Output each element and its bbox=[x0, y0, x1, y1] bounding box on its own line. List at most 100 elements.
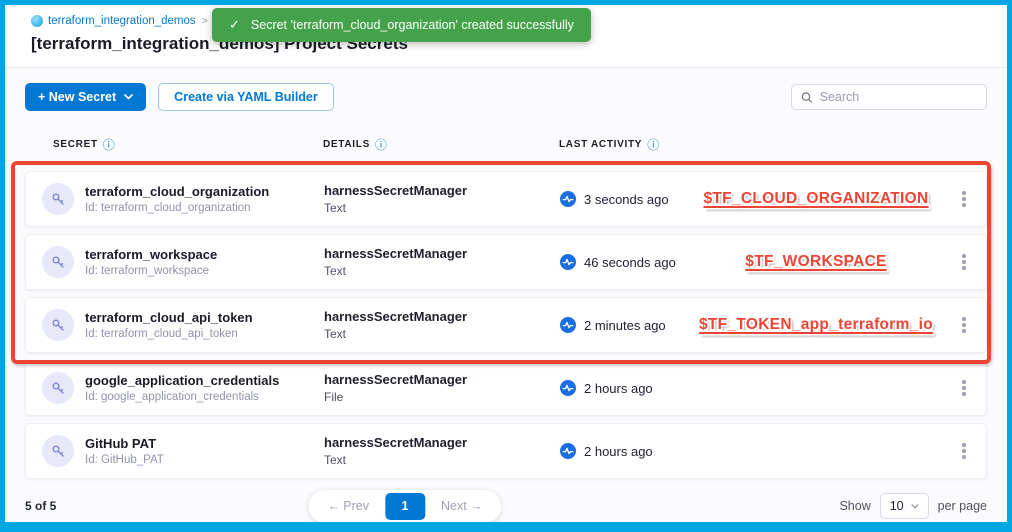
table-row[interactable]: terraform_workspace Id: terraform_worksp… bbox=[25, 234, 987, 290]
details-cell: harnessSecretManager Text bbox=[324, 309, 560, 341]
last-activity-text: 3 seconds ago bbox=[584, 192, 669, 207]
last-activity-text: 2 minutes ago bbox=[584, 318, 666, 333]
table-row[interactable]: terraform_cloud_organization Id: terrafo… bbox=[25, 171, 987, 227]
table-row[interactable]: google_application_credentials Id: googl… bbox=[25, 360, 987, 416]
env-var-annotation: $TF_CLOUD_ORGANIZATION bbox=[703, 190, 928, 208]
row-menu-button[interactable] bbox=[958, 313, 970, 337]
row-menu-button[interactable] bbox=[958, 250, 970, 274]
secret-type: Text bbox=[324, 453, 560, 467]
secret-manager: harnessSecretManager bbox=[324, 435, 560, 450]
secret-manager: harnessSecretManager bbox=[324, 372, 560, 387]
yaml-builder-button[interactable]: Create via YAML Builder bbox=[158, 83, 334, 111]
show-label: Show bbox=[839, 499, 870, 513]
secrets-list: terraform_cloud_organization Id: terrafo… bbox=[25, 171, 987, 479]
column-label: SECRET bbox=[53, 139, 98, 150]
env-var-annotation: $TF_WORKSPACE bbox=[745, 253, 886, 271]
breadcrumb-separator: > bbox=[202, 15, 208, 27]
secret-name: google_application_credentials bbox=[85, 373, 279, 388]
row-menu-button[interactable] bbox=[958, 439, 970, 463]
secret-manager: harnessSecretManager bbox=[324, 309, 560, 324]
info-icon[interactable]: ⓘ bbox=[375, 136, 387, 153]
column-header-last-activity: LAST ACTIVITY ⓘ bbox=[559, 136, 689, 153]
secret-type: File bbox=[324, 390, 560, 404]
check-icon: ✓ bbox=[229, 17, 240, 33]
page-size-control: Show 10 per page bbox=[839, 493, 987, 519]
secret-type: Text bbox=[324, 201, 560, 215]
activity-icon bbox=[560, 191, 576, 207]
secret-id: Id: google_application_credentials bbox=[85, 391, 279, 403]
last-activity-cell: 2 minutes ago bbox=[560, 317, 690, 333]
chevron-down-icon bbox=[911, 504, 919, 509]
app-window: terraform_integration_demos > [terraform… bbox=[0, 0, 1012, 532]
secret-type: Text bbox=[324, 327, 560, 341]
details-cell: harnessSecretManager Text bbox=[324, 183, 560, 215]
prev-page-button[interactable]: ← Prev bbox=[311, 499, 385, 513]
details-cell: harnessSecretManager Text bbox=[324, 246, 560, 278]
secret-name: terraform_workspace bbox=[85, 247, 217, 262]
activity-icon bbox=[560, 443, 576, 459]
activity-icon bbox=[560, 254, 576, 270]
search-icon bbox=[801, 91, 813, 104]
pagination: ← Prev 1 Next → bbox=[308, 490, 501, 523]
next-page-button[interactable]: Next → bbox=[425, 499, 499, 513]
last-activity-text: 2 hours ago bbox=[584, 381, 653, 396]
secret-name: terraform_cloud_api_token bbox=[85, 310, 253, 325]
column-label: DETAILS bbox=[323, 139, 370, 150]
page-size-value: 10 bbox=[890, 499, 904, 513]
page-number-button[interactable]: 1 bbox=[385, 493, 425, 520]
secret-id: Id: terraform_cloud_organization bbox=[85, 202, 269, 214]
key-icon bbox=[42, 309, 74, 341]
activity-icon bbox=[560, 380, 576, 396]
footer: 5 of 5 ← Prev 1 Next → Show 10 per page bbox=[25, 486, 987, 526]
secret-name: GitHub PAT bbox=[85, 436, 164, 451]
key-icon bbox=[42, 435, 74, 467]
key-icon bbox=[42, 372, 74, 404]
breadcrumb-project-link[interactable]: terraform_integration_demos bbox=[48, 15, 196, 27]
last-activity-cell: 2 hours ago bbox=[560, 380, 690, 396]
key-icon bbox=[42, 246, 74, 278]
success-toast: ✓ Secret 'terraform_cloud_organization' … bbox=[212, 8, 591, 42]
last-activity-cell: 2 hours ago bbox=[560, 443, 690, 459]
secret-name: terraform_cloud_organization bbox=[85, 184, 269, 199]
last-activity-text: 2 hours ago bbox=[584, 444, 653, 459]
last-activity-cell: 3 seconds ago bbox=[560, 191, 690, 207]
secret-id: Id: terraform_workspace bbox=[85, 265, 217, 277]
search-box[interactable] bbox=[791, 84, 987, 110]
content-area: + New Secret Create via YAML Builder SEC… bbox=[5, 67, 1007, 522]
new-secret-button[interactable]: + New Secret bbox=[25, 83, 146, 111]
search-input[interactable] bbox=[820, 90, 977, 104]
column-label: LAST ACTIVITY bbox=[559, 139, 642, 150]
project-icon bbox=[31, 15, 43, 27]
last-activity-text: 46 seconds ago bbox=[584, 255, 676, 270]
secret-id: Id: GitHub_PAT bbox=[85, 454, 164, 466]
column-header-details: DETAILS ⓘ bbox=[323, 136, 559, 153]
secret-cell: terraform_cloud_organization Id: terrafo… bbox=[26, 183, 324, 215]
secret-type: Text bbox=[324, 264, 560, 278]
key-icon bbox=[42, 183, 74, 215]
secret-cell: google_application_credentials Id: googl… bbox=[26, 372, 324, 404]
details-cell: harnessSecretManager File bbox=[324, 372, 560, 404]
env-var-annotation: $TF_TOKEN_app_terraform_io bbox=[699, 316, 933, 334]
info-icon[interactable]: ⓘ bbox=[103, 136, 115, 153]
secret-cell: terraform_workspace Id: terraform_worksp… bbox=[26, 246, 324, 278]
info-icon[interactable]: ⓘ bbox=[647, 136, 659, 153]
secret-manager: harnessSecretManager bbox=[324, 246, 560, 261]
last-activity-cell: 46 seconds ago bbox=[560, 254, 690, 270]
details-cell: harnessSecretManager Text bbox=[324, 435, 560, 467]
column-header-secret: SECRET ⓘ bbox=[25, 136, 323, 153]
chevron-down-icon bbox=[124, 94, 133, 100]
table-header: SECRET ⓘ DETAILS ⓘ LAST ACTIVITY ⓘ bbox=[25, 127, 987, 161]
activity-icon bbox=[560, 317, 576, 333]
secret-cell: terraform_cloud_api_token Id: terraform_… bbox=[26, 309, 324, 341]
secret-manager: harnessSecretManager bbox=[324, 183, 560, 198]
row-menu-button[interactable] bbox=[958, 376, 970, 400]
per-page-label: per page bbox=[938, 499, 987, 513]
table-row[interactable]: GitHub PAT Id: GitHub_PAT harnessSecretM… bbox=[25, 423, 987, 479]
row-menu-button[interactable] bbox=[958, 187, 970, 211]
toolbar: + New Secret Create via YAML Builder bbox=[25, 83, 987, 111]
table-row[interactable]: terraform_cloud_api_token Id: terraform_… bbox=[25, 297, 987, 353]
secret-cell: GitHub PAT Id: GitHub_PAT bbox=[26, 435, 324, 467]
new-secret-label: + New Secret bbox=[38, 90, 116, 104]
page-size-select[interactable]: 10 bbox=[880, 493, 929, 519]
record-count: 5 of 5 bbox=[25, 499, 56, 513]
